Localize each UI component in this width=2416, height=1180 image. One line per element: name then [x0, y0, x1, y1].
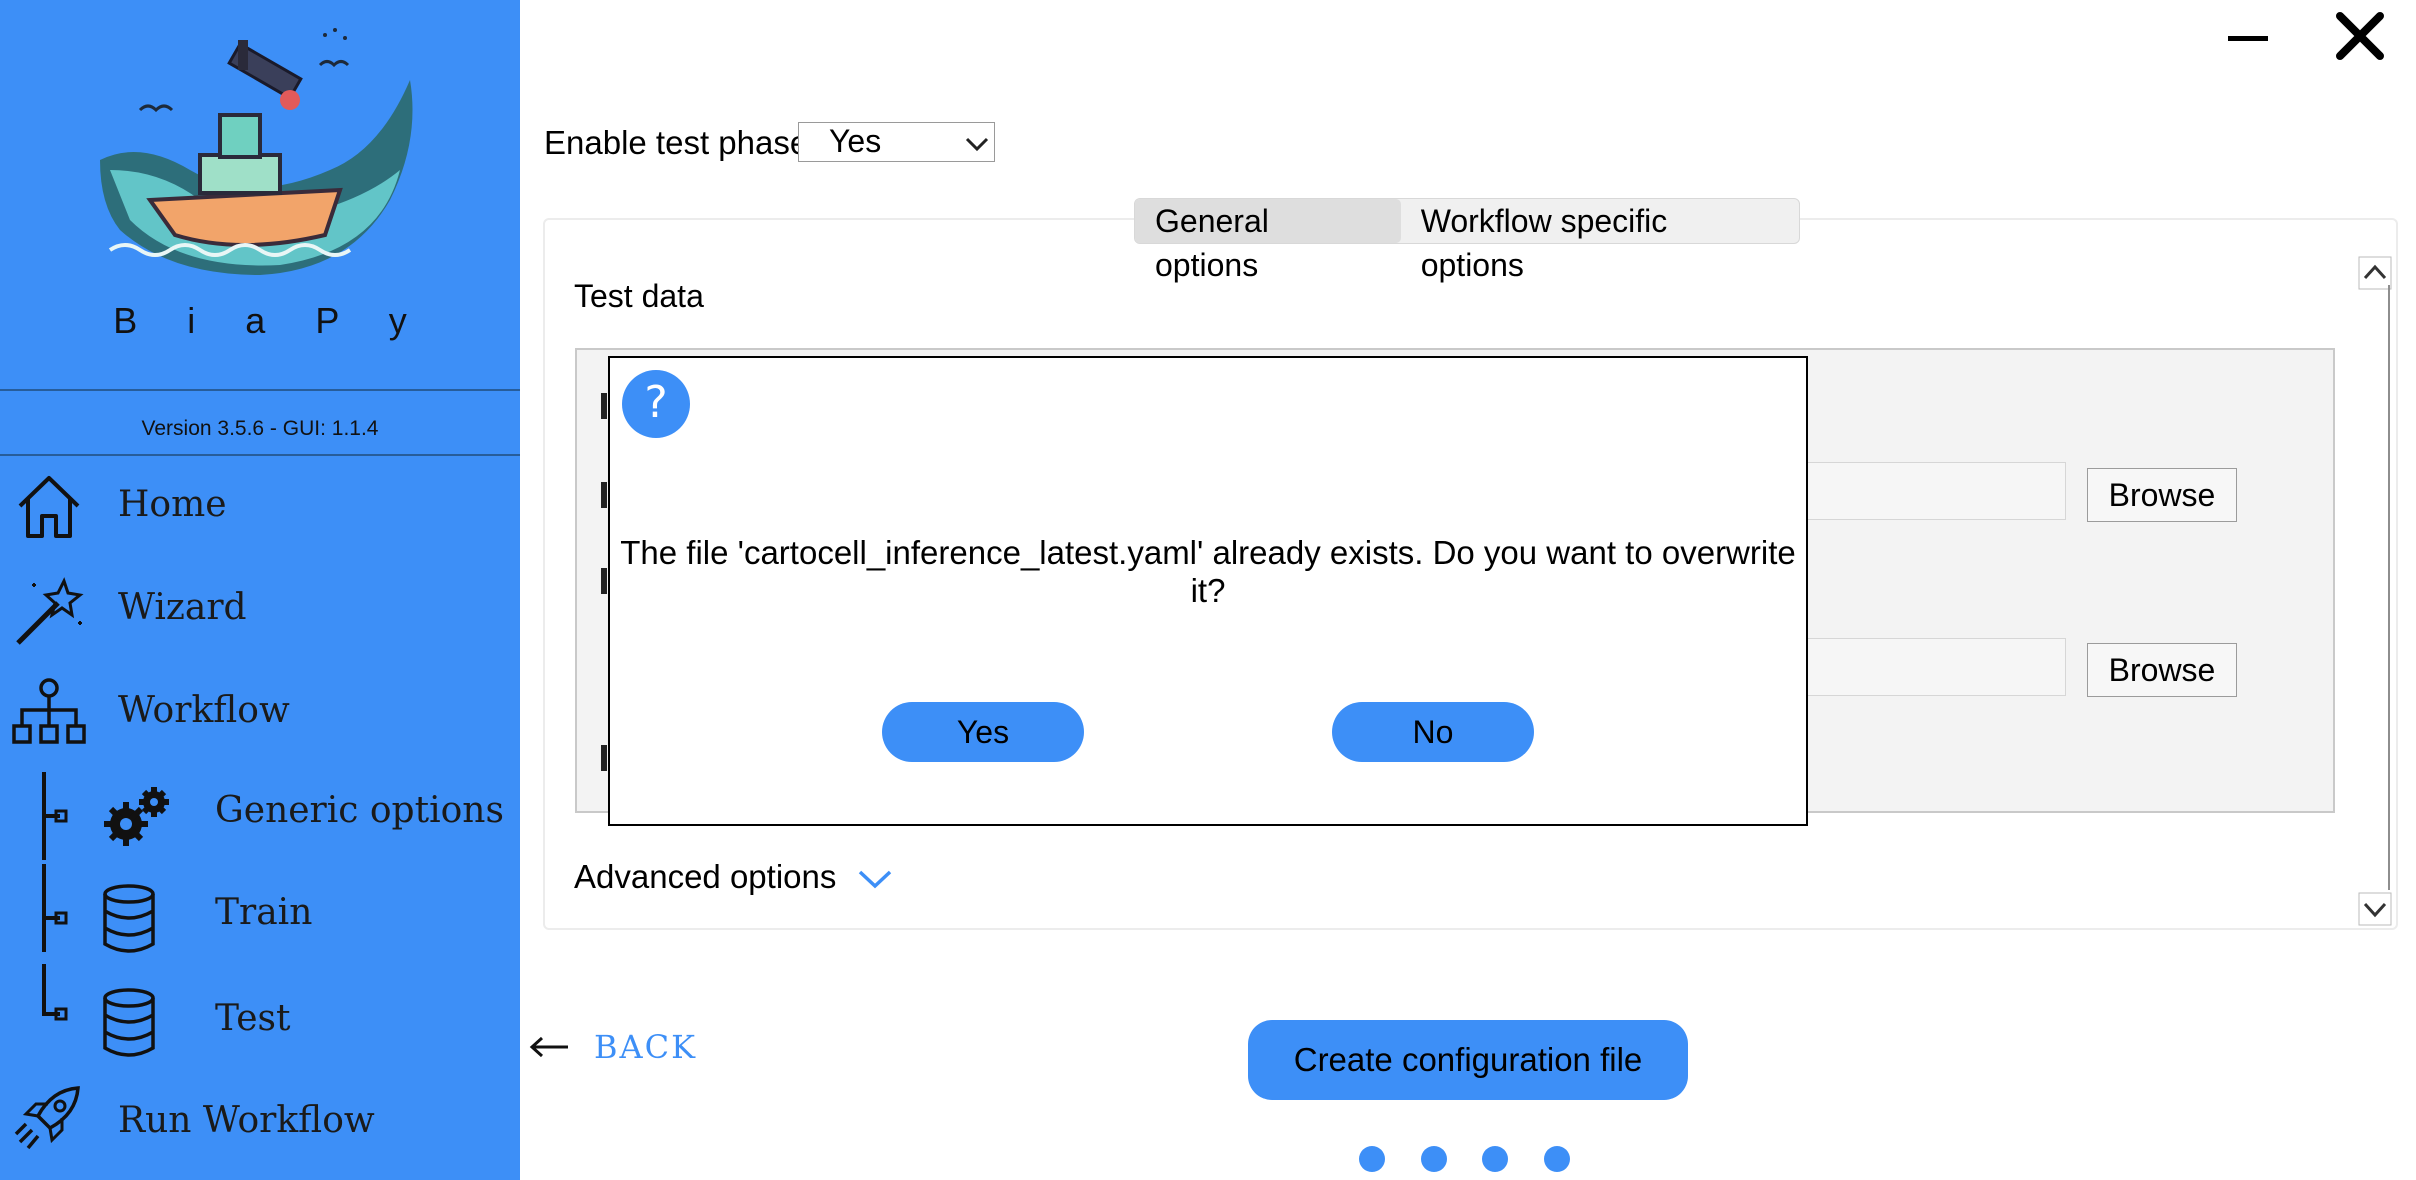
- select-value: Yes: [829, 123, 882, 159]
- sidebar-item-generic-options[interactable]: Generic options: [0, 772, 520, 866]
- scrollbar[interactable]: [2388, 285, 2390, 890]
- divider: [0, 389, 520, 391]
- scroll-down-icon[interactable]: [2358, 892, 2392, 926]
- no-button[interactable]: No: [1332, 702, 1534, 762]
- page-dot[interactable]: [1482, 1146, 1508, 1172]
- magic-wand-icon: [16, 577, 84, 645]
- sidebar-item-label: Workflow: [118, 690, 290, 731]
- rocket-icon: [14, 1086, 80, 1150]
- browse-button[interactable]: Browse: [2087, 643, 2237, 697]
- sidebar-item-label: Wizard: [118, 587, 247, 628]
- gears-icon: [104, 787, 169, 846]
- database-icon: [103, 884, 155, 953]
- version-label: Version 3.5.6 - GUI: 1.1.4: [141, 417, 379, 440]
- page-dot[interactable]: [1544, 1146, 1570, 1172]
- workflow-tree-icon: [12, 678, 86, 744]
- sidebar-item-run-workflow[interactable]: Run Workflow: [0, 1080, 520, 1170]
- sidebar: B i a P y Version 3.5.6 - GUI: 1.1.4 Hom…: [0, 0, 520, 1180]
- dialog-message: The file 'cartocell_inference_latest.yam…: [620, 534, 1796, 609]
- create-configuration-file-button[interactable]: Create configuration file: [1248, 1020, 1688, 1100]
- minimize-icon[interactable]: [2220, 8, 2280, 68]
- brand-name: B i a P y: [113, 300, 427, 341]
- yes-button[interactable]: Yes: [882, 702, 1084, 762]
- tree-branch-icon: [42, 864, 68, 952]
- back-label: BACK: [594, 1028, 698, 1066]
- tree-branch-icon: [42, 964, 68, 1021]
- sidebar-item-label: Generic options: [215, 790, 504, 831]
- back-button[interactable]: BACK: [528, 1022, 697, 1072]
- chevron-down-icon: [965, 137, 989, 152]
- page-dot[interactable]: [1421, 1146, 1447, 1172]
- page-dot[interactable]: [1359, 1146, 1385, 1172]
- sidebar-item-label: Home: [118, 484, 227, 525]
- close-icon[interactable]: [2330, 8, 2390, 68]
- sidebar-item-train[interactable]: Train: [0, 864, 520, 968]
- advanced-options-label: Advanced options: [574, 858, 837, 895]
- chevron-down-icon: [858, 871, 891, 889]
- scroll-up-icon[interactable]: [2358, 256, 2392, 290]
- sidebar-item-label: Run Workflow: [118, 1100, 375, 1141]
- partial-label: [601, 393, 607, 419]
- advanced-options-toggle[interactable]: Advanced options: [574, 858, 892, 896]
- sidebar-item-workflow[interactable]: Workflow: [0, 676, 520, 766]
- test-gt-path-input[interactable]: [1800, 638, 2066, 696]
- sidebar-item-label: Test: [215, 998, 291, 1039]
- partial-label: [601, 482, 607, 508]
- partial-label: [601, 745, 607, 771]
- tab-general-options[interactable]: General options: [1135, 199, 1401, 283]
- overwrite-confirm-dialog: ? The file 'cartocell_inference_latest.y…: [608, 356, 1808, 826]
- tab-bar: General options Workflow specific option…: [1134, 198, 1800, 283]
- test-data-path-input[interactable]: [1800, 462, 2066, 520]
- arrow-left-icon: [529, 1036, 568, 1058]
- partial-label: [601, 568, 607, 594]
- home-icon: [18, 476, 80, 538]
- section-title: Test data: [574, 278, 704, 314]
- biapy-logo: [100, 28, 413, 275]
- sidebar-item-test[interactable]: Test: [0, 964, 520, 1072]
- sidebar-item-wizard[interactable]: Wizard: [0, 573, 520, 663]
- database-icon: [103, 988, 155, 1057]
- tab-workflow-specific-options[interactable]: Workflow specific options: [1401, 199, 1799, 283]
- sidebar-item-label: Train: [215, 892, 313, 933]
- enable-test-label: Enable test phase: [544, 124, 809, 161]
- browse-button[interactable]: Browse: [2087, 468, 2237, 522]
- tree-branch-icon: [42, 772, 68, 860]
- enable-test-select[interactable]: Yes: [798, 122, 995, 162]
- question-icon: ?: [622, 370, 690, 438]
- sidebar-item-home[interactable]: Home: [0, 470, 520, 560]
- divider: [0, 454, 520, 456]
